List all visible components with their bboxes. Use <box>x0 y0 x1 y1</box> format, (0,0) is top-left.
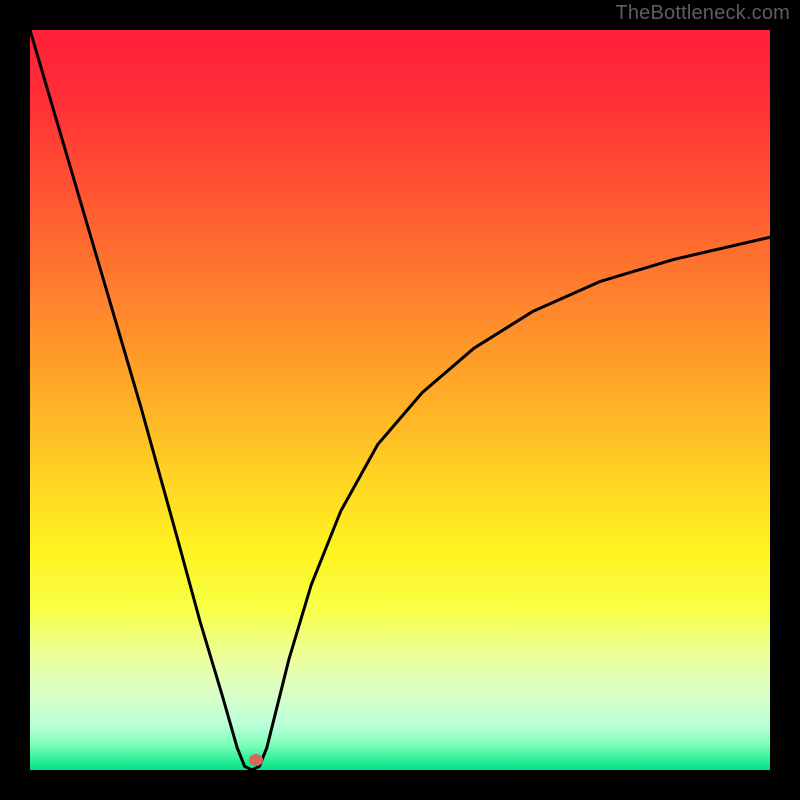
chart-frame: TheBottleneck.com <box>0 0 800 800</box>
optimum-marker <box>249 754 263 766</box>
plot-svg <box>30 30 770 770</box>
watermark-text: TheBottleneck.com <box>615 2 790 25</box>
plot-background <box>30 30 770 770</box>
gradient-rect <box>30 30 770 770</box>
